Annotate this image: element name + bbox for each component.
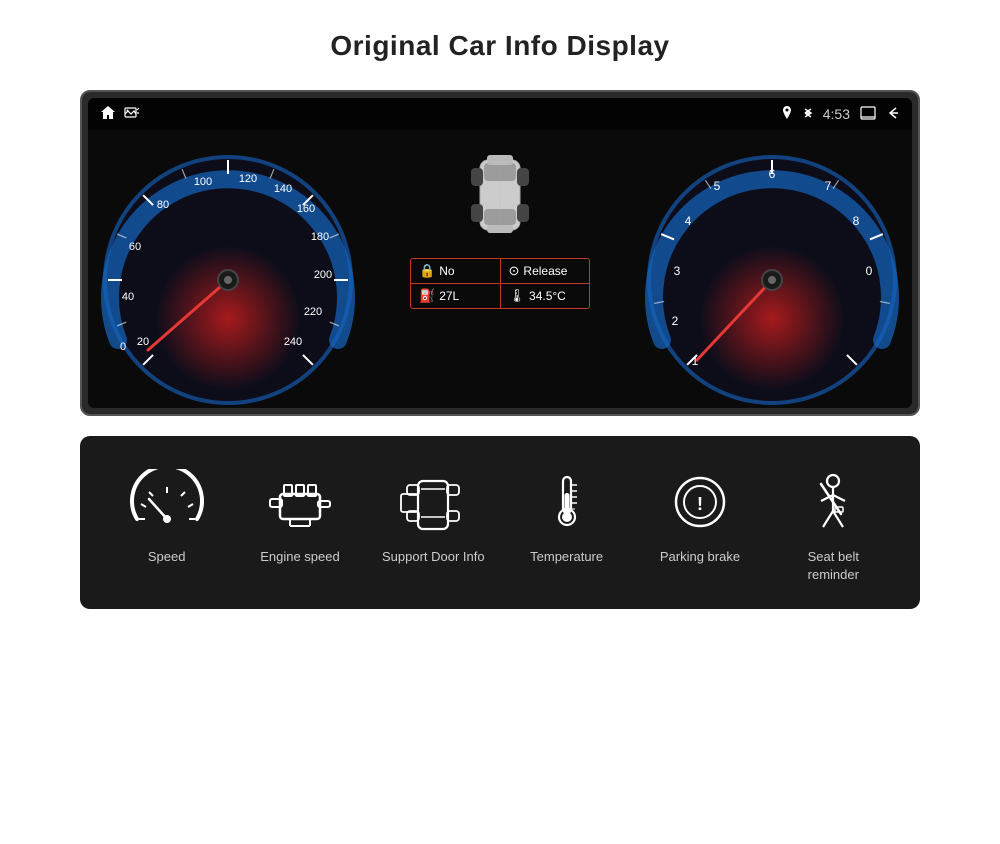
feature-seatbelt: Seat belt reminder: [778, 466, 888, 584]
svg-text:160: 160: [297, 203, 315, 215]
fuel-value: 27L: [439, 289, 459, 303]
svg-text:3: 3: [674, 264, 681, 278]
parking-icon: ⊙: [509, 263, 520, 279]
brake-icon: !: [660, 469, 740, 534]
svg-text:0: 0: [866, 264, 873, 278]
feature-door: Support Door Info: [378, 466, 488, 566]
page-wrapper: Original Car Info Display: [0, 0, 1000, 844]
feature-brake: ! Parking brake: [645, 466, 755, 566]
seatbelt-icon: 🔒: [419, 263, 435, 279]
svg-text:5: 5: [714, 179, 721, 193]
engine-icon: [260, 469, 340, 534]
brake-icon-box: !: [660, 466, 740, 536]
svg-text:2: 2: [672, 314, 679, 328]
speed-icon-box: [127, 466, 207, 536]
back-icon[interactable]: [886, 106, 900, 123]
svg-text:220: 220: [304, 306, 322, 318]
speed-icon: [127, 469, 207, 534]
feature-temp: Temperature: [512, 466, 622, 566]
seatbelt-value: No: [439, 264, 454, 278]
features-section: Speed: [80, 436, 920, 609]
info-row-1: 🔒 No ⊙ Release: [411, 259, 589, 284]
feature-speed: Speed: [112, 466, 222, 566]
page-title: Original Car Info Display: [330, 30, 669, 62]
brake-label: Parking brake: [660, 548, 740, 566]
tachometer-gauge: 4 5 6 7 8 0 3 2 1: [632, 130, 912, 408]
svg-text:100: 100: [194, 176, 212, 188]
svg-text:6: 6: [769, 167, 776, 181]
seatbelt-cell: 🔒 No: [411, 259, 501, 283]
status-bar: 4:53: [88, 98, 912, 130]
seatbelt-icon: [793, 469, 873, 534]
temp-cell: 🌡 34.5°C: [501, 284, 590, 308]
parking-cell: ⊙ Release: [501, 259, 590, 283]
svg-text:7: 7: [825, 179, 832, 193]
fuel-icon: ⛽: [419, 288, 435, 304]
image-icon: [124, 105, 140, 124]
svg-text:120: 120: [239, 173, 257, 185]
svg-text:200: 200: [314, 269, 332, 281]
svg-text:80: 80: [157, 199, 169, 211]
svg-text:20: 20: [137, 336, 149, 348]
car-top-view: [465, 140, 535, 250]
status-right: 4:53: [781, 106, 900, 123]
door-icon: [393, 469, 473, 534]
temp-icon-box: [527, 466, 607, 536]
svg-text:0: 0: [120, 341, 126, 353]
svg-text:8: 8: [853, 214, 860, 228]
fuel-cell: ⛽ 27L: [411, 284, 501, 308]
status-left: [100, 105, 140, 124]
door-icon-box: [393, 466, 473, 536]
speed-label: Speed: [148, 548, 186, 566]
svg-text:40: 40: [122, 291, 134, 303]
seatbelt-label: Seat belt reminder: [808, 548, 859, 584]
svg-text:4: 4: [685, 214, 692, 228]
home-icon: [100, 105, 116, 124]
info-grid: 🔒 No ⊙ Release ⛽ 27L: [410, 258, 590, 309]
engine-label: Engine speed: [260, 548, 340, 566]
dashboard-screen: 4:53: [80, 90, 920, 416]
seatbelt-icon-box: [793, 466, 873, 536]
gauges-area: 20 40 60 80 100 120 140 160 180 200 220 …: [88, 130, 912, 408]
center-panel: 🔒 No ⊙ Release ⛽ 27L: [368, 130, 632, 408]
svg-text:240: 240: [284, 336, 302, 348]
feature-engine: Engine speed: [245, 466, 355, 566]
location-icon: [781, 106, 793, 123]
door-label: Support Door Info: [382, 548, 485, 566]
temp-value: 34.5°C: [529, 289, 566, 303]
svg-text:!: !: [697, 494, 703, 514]
thermometer-icon: [527, 469, 607, 534]
svg-text:140: 140: [274, 183, 292, 195]
dashboard-inner: 4:53: [88, 98, 912, 408]
temp-label: Temperature: [530, 548, 603, 566]
info-row-2: ⛽ 27L 🌡 34.5°C: [411, 284, 589, 308]
speedometer-gauge: 20 40 60 80 100 120 140 160 180 200 220 …: [88, 130, 368, 408]
engine-icon-box: [260, 466, 340, 536]
temp-icon: 🌡: [509, 288, 526, 304]
status-time: 4:53: [823, 106, 850, 122]
svg-text:180: 180: [311, 231, 329, 243]
parking-value: Release: [523, 264, 567, 278]
svg-text:60: 60: [129, 241, 141, 253]
windows-icon: [860, 106, 876, 123]
bluetooth-icon: [803, 106, 813, 123]
